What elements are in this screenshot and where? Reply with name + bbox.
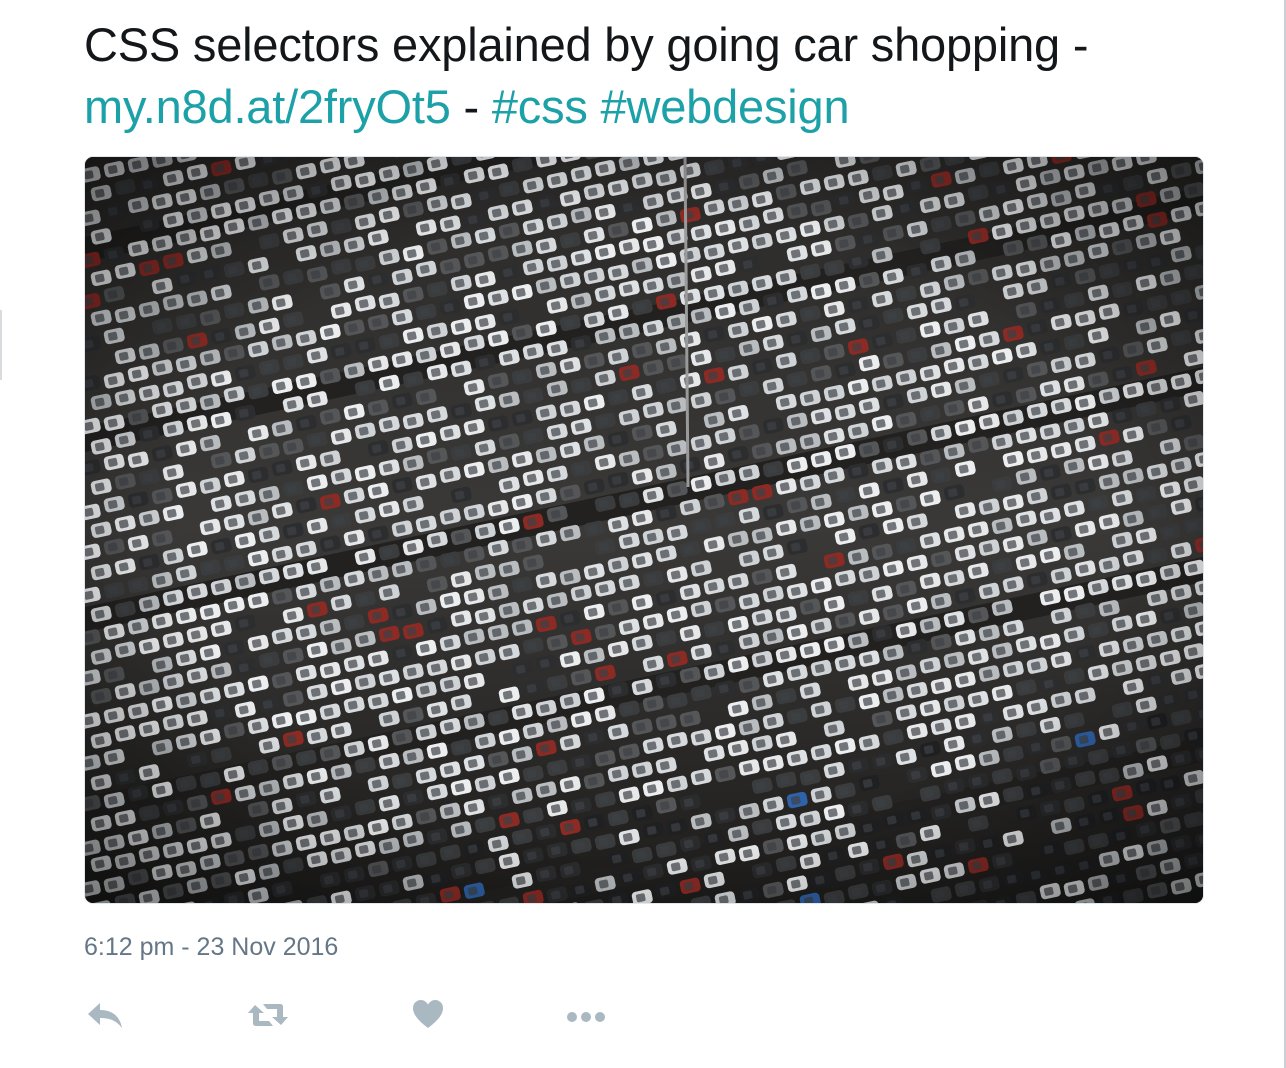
hashtag-webdesign[interactable]: #webdesign [601,80,850,133]
retweet-button[interactable] [246,995,290,1035]
more-button[interactable] [566,995,608,1035]
tweet-photo[interactable] [85,157,1203,903]
retweet-icon [248,1004,288,1026]
window-edge-left [0,310,2,380]
more-icon [567,1012,605,1022]
tweet-text-lead: CSS selectors explained by going car sho… [84,18,1089,71]
tweet-text: CSS selectors explained by going car sho… [84,14,1209,138]
reply-button[interactable] [86,995,124,1035]
reply-icon [88,1003,122,1028]
parking-lot-image [85,157,1203,903]
tweet-actions [84,995,684,1035]
tweet: CSS selectors explained by going car sho… [84,14,1209,138]
hashtag-css[interactable]: #css [492,80,588,133]
like-button[interactable] [412,995,444,1035]
tweet-separator: - [450,80,492,133]
heart-icon [413,1000,443,1028]
tweet-timestamp[interactable]: 6:12 pm - 23 Nov 2016 [84,933,338,962]
tweet-link[interactable]: my.n8d.at/2fryOt5 [84,80,451,133]
